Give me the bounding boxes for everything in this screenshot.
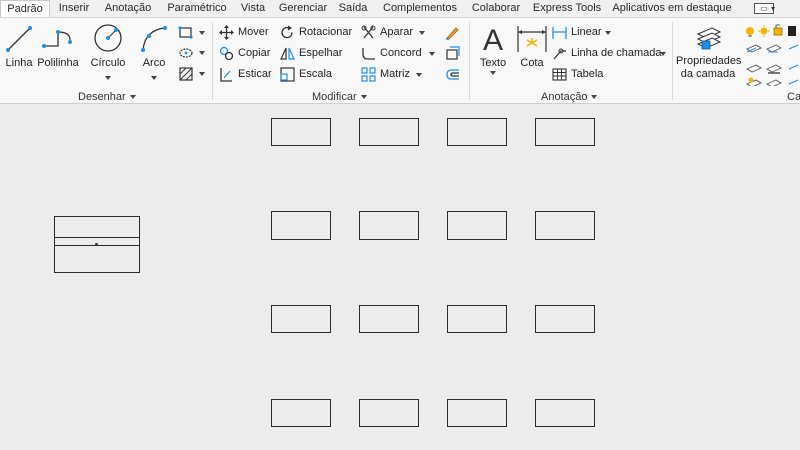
chevron-down-icon[interactable]: ▾ [771,0,775,17]
camadas-panel-title[interactable]: Ca [787,90,800,104]
linear-dropdown-icon[interactable] [605,31,611,35]
linha-label: Linha [5,57,33,69]
stretch-icon [220,68,232,82]
hatch-dropdown-icon[interactable] [199,72,205,76]
arc-icon [141,26,167,52]
explode-icon[interactable] [445,46,460,61]
copy-icon [219,46,234,61]
texto-dropdown-icon[interactable] [490,71,496,75]
tab-complementos[interactable]: Complementos [378,0,462,17]
drawing-rectangle[interactable] [271,211,331,240]
panel-divider [469,22,470,100]
tab-vista[interactable]: Vista [236,0,270,17]
tab-aplicativos-destaque[interactable]: Aplicativos em destaque [610,0,734,17]
panel-divider [672,22,673,100]
offset-icon[interactable] [445,67,460,82]
circulo-dropdown-icon[interactable] [105,76,111,80]
table-icon [552,68,567,81]
drawing-rectangle[interactable] [359,211,419,240]
tab-colaborar[interactable]: Colaborar [468,0,524,17]
drawing-rectangle[interactable] [447,118,507,146]
drawing-rectangle[interactable] [447,305,507,333]
tab-parametrico[interactable]: Paramétrico [162,0,232,17]
linha-chamada-dropdown-icon[interactable] [660,52,666,56]
modificar-panel-title[interactable]: Modificar [312,90,367,104]
circle-icon [94,24,122,52]
arco-dropdown-icon[interactable] [151,76,157,80]
linha-button[interactable]: Linha [2,22,36,70]
fillet-icon [362,48,375,60]
drawing-rectangle[interactable] [271,118,331,146]
scale-icon [280,67,295,82]
line-icon [6,26,32,52]
ribbon-tab-bar: Padrão Inserir Anotação Paramétrico Vist… [0,0,800,17]
move-icon [219,25,234,40]
linear-dim-icon [552,27,567,39]
polyline-icon [42,30,72,48]
concord-dropdown-icon[interactable] [429,52,435,56]
drawing-rectangle[interactable] [359,305,419,333]
erase-icon[interactable] [445,25,460,40]
drawing-rectangle[interactable] [535,118,595,146]
panel-divider [212,22,213,100]
drawing-block-bottom[interactable] [54,245,140,273]
dimension-icon [517,26,547,52]
circulo-button[interactable]: Círculo [86,22,130,70]
svg-text:A: A [483,24,503,54]
cota-button[interactable]: Cota [514,22,550,70]
text-icon: A [483,24,503,57]
drawing-rectangle[interactable] [535,211,595,240]
tab-inserir[interactable]: Inserir [52,0,96,17]
ellipse-dropdown-icon[interactable] [199,51,205,55]
drawing-rectangle[interactable] [271,399,331,427]
drawing-rectangle[interactable] [359,118,419,146]
mirror-icon [280,47,295,60]
hatch-tool-icon[interactable] [178,67,194,81]
polilinha-label: Polilinha [37,57,79,69]
tab-padrao[interactable]: Padrão [0,0,50,17]
drawing-block-top[interactable] [54,216,140,238]
drawing-rectangle[interactable] [535,305,595,333]
arco-label: Arco [142,57,166,69]
drawing-rectangle[interactable] [447,399,507,427]
propriedades-camada-button[interactable]: Propriedades da camada [676,22,741,81]
rectangle-tool-icon[interactable] [178,26,194,40]
trim-icon [361,25,376,39]
layer-properties-icon [696,27,722,50]
circulo-label: Círculo [90,57,126,69]
aparar-dropdown-icon[interactable] [419,31,425,35]
tab-gerenciar[interactable]: Gerenciar [276,0,330,17]
drawing-rectangle[interactable] [535,399,595,427]
tab-express-tools[interactable]: Express Tools [532,0,602,17]
rotate-icon [281,25,293,39]
arco-button[interactable]: Arco [136,22,172,70]
drawing-rectangle[interactable] [447,211,507,240]
snap-point-marker [95,243,98,246]
matriz-dropdown-icon[interactable] [416,73,422,77]
texto-button[interactable]: A Texto [476,22,510,70]
desenhar-panel-title[interactable]: Desenhar [78,90,136,104]
drawing-rectangle[interactable] [271,305,331,333]
panel-expand-icon [129,95,136,100]
anotacao-panel-title[interactable]: Anotação [541,90,598,104]
panel-expand-icon [591,95,598,100]
drawing-rectangle[interactable] [359,399,419,427]
tab-anotacao[interactable]: Anotação [100,0,156,17]
rectangle-dropdown-icon[interactable] [199,31,205,35]
leader-icon [553,48,566,60]
ellipse-tool-icon[interactable] [178,46,194,60]
drawing-canvas[interactable] [0,104,800,450]
panel-expand-icon [360,95,367,100]
layer-tools-icon[interactable] [744,24,800,86]
polilinha-button[interactable]: Polilinha [36,22,80,70]
tab-saida[interactable]: Saída [336,0,370,17]
array-icon [361,67,376,82]
